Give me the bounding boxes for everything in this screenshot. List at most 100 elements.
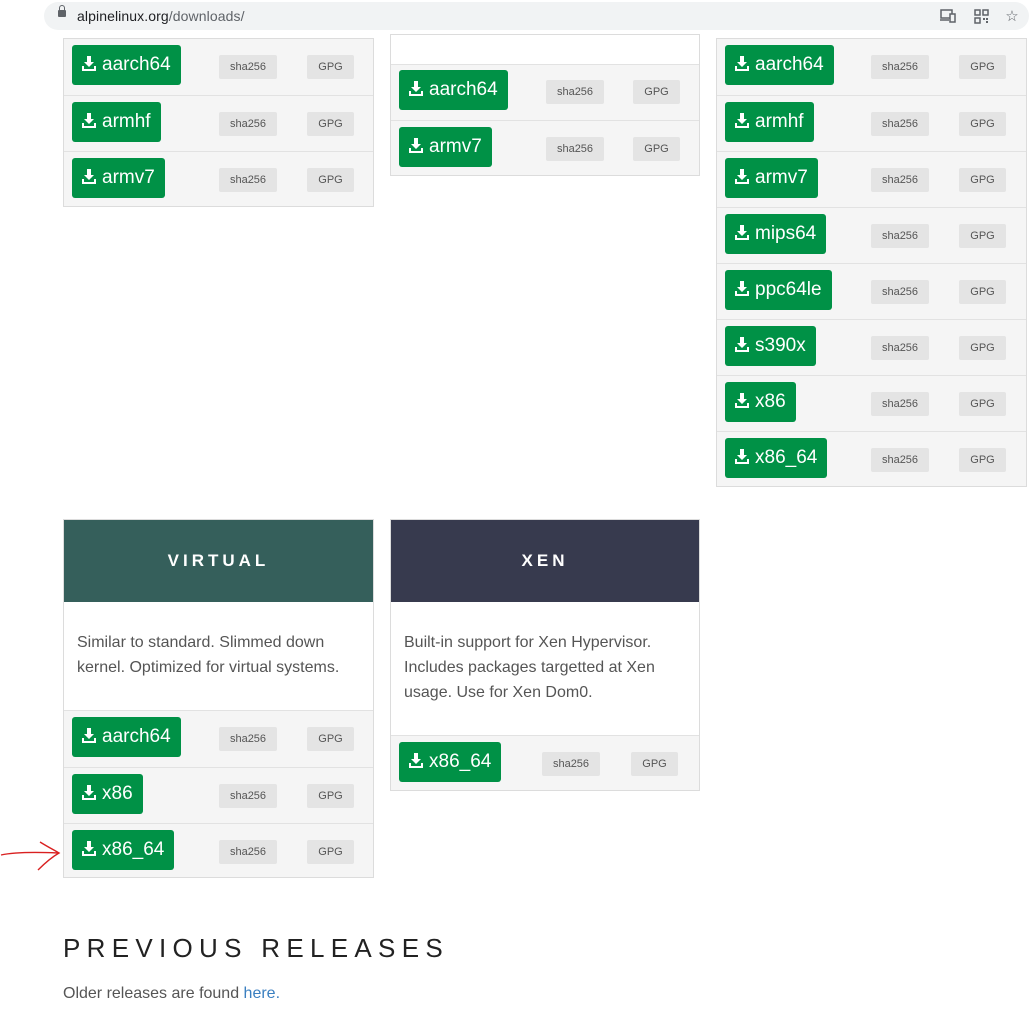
gpg-button[interactable]: GPG [633, 137, 680, 161]
sha256-button[interactable]: sha256 [219, 784, 277, 808]
download-row: armhf sha256 GPG [717, 95, 1026, 151]
download-icon [735, 393, 749, 408]
sha256-button[interactable]: sha256 [219, 112, 277, 136]
older-releases-link[interactable]: here. [244, 985, 280, 1002]
download-button-x86-64[interactable]: x86_64 [72, 830, 175, 870]
download-row: armv7 sha256 GPG [64, 151, 373, 207]
download-row: aarch64 sha256 GPG [717, 39, 1026, 95]
download-label: x86 [102, 783, 133, 804]
url-text[interactable]: alpinelinux.org/downloads/ [77, 8, 245, 24]
download-label: s390x [755, 335, 806, 356]
sha256-button[interactable]: sha256 [871, 55, 929, 79]
sha256-button[interactable]: sha256 [546, 80, 604, 104]
download-icon [409, 138, 423, 153]
download-icon [82, 113, 96, 128]
download-button-x86-64[interactable]: x86_64 [399, 742, 502, 782]
sha256-button[interactable]: sha256 [871, 168, 929, 192]
download-row: aarch64 sha256 GPG [391, 64, 699, 120]
cast-icon[interactable] [938, 6, 958, 26]
download-label: aarch64 [102, 54, 171, 75]
gpg-button[interactable]: GPG [959, 112, 1006, 136]
download-row: s390x sha256 GPG [717, 319, 1026, 375]
download-icon [82, 169, 96, 184]
download-icon [409, 81, 423, 96]
download-row: aarch64 sha256 GPG [64, 39, 373, 95]
download-button-aarch64[interactable]: aarch64 [399, 70, 508, 110]
download-button-ppc64le[interactable]: ppc64le [725, 270, 832, 310]
sha256-button[interactable]: sha256 [542, 752, 600, 776]
sha256-button[interactable]: sha256 [219, 840, 277, 864]
gpg-button[interactable]: GPG [959, 336, 1006, 360]
download-label: aarch64 [102, 726, 171, 747]
sha256-button[interactable]: sha256 [871, 112, 929, 136]
download-button-aarch64[interactable]: aarch64 [72, 717, 181, 757]
download-icon [82, 56, 96, 71]
address-bar[interactable]: alpinelinux.org/downloads/ ☆ [44, 2, 1029, 30]
qr-code-icon[interactable] [971, 6, 991, 26]
gpg-button[interactable]: GPG [959, 392, 1006, 416]
gpg-button[interactable]: GPG [959, 280, 1006, 304]
download-row: aarch64 sha256 GPG [64, 711, 373, 767]
gpg-button[interactable]: GPG [307, 168, 354, 192]
download-label: ppc64le [755, 279, 822, 300]
download-label: mips64 [755, 223, 817, 244]
download-icon [82, 728, 96, 743]
sha256-button[interactable]: sha256 [871, 392, 929, 416]
sha256-button[interactable]: sha256 [871, 280, 929, 304]
gpg-button[interactable]: GPG [959, 168, 1006, 192]
download-icon [735, 169, 749, 184]
download-label: x86 [755, 391, 786, 412]
download-button-armhf[interactable]: armhf [72, 102, 161, 142]
download-button-armv7[interactable]: armv7 [399, 127, 492, 167]
sha256-button[interactable]: sha256 [219, 168, 277, 192]
sha256-button[interactable]: sha256 [871, 448, 929, 472]
download-button-x86-64[interactable]: x86_64 [725, 438, 828, 478]
gpg-button[interactable]: GPG [307, 840, 354, 864]
download-row: armv7 sha256 GPG [717, 151, 1026, 207]
gpg-button[interactable]: GPG [959, 224, 1006, 248]
download-button-armv7[interactable]: armv7 [725, 158, 818, 198]
download-button-mips64[interactable]: mips64 [725, 214, 827, 254]
gpg-button[interactable]: GPG [959, 448, 1006, 472]
download-button-x86[interactable]: x86 [72, 774, 143, 814]
gpg-button[interactable]: GPG [631, 752, 678, 776]
download-row: x86 sha256 GPG [717, 375, 1026, 431]
gpg-button[interactable]: GPG [633, 80, 680, 104]
download-label: aarch64 [429, 79, 498, 100]
bookmark-star-icon[interactable]: ☆ [1002, 6, 1022, 26]
sha256-button[interactable]: sha256 [219, 55, 277, 79]
gpg-button[interactable]: GPG [959, 55, 1006, 79]
lock-icon[interactable] [58, 5, 66, 17]
xen-description: Built-in support for Xen Hypervisor. Inc… [391, 602, 699, 735]
download-button-armv7[interactable]: armv7 [72, 158, 165, 198]
download-label: x86_64 [429, 751, 492, 772]
sha256-button[interactable]: sha256 [871, 224, 929, 248]
download-button-x86[interactable]: x86 [725, 382, 796, 422]
download-label: armv7 [102, 167, 155, 188]
gpg-button[interactable]: GPG [307, 112, 354, 136]
download-row: mips64 sha256 GPG [717, 207, 1026, 263]
download-label: armv7 [429, 136, 482, 157]
download-row: x86 sha256 GPG [64, 767, 373, 823]
download-row: x86_64 sha256 GPG [64, 823, 373, 879]
download-rows: aarch64 sha256 GPG armv7 sha256 GPG [391, 64, 699, 176]
download-label: armhf [755, 111, 804, 132]
download-rows: aarch64 sha256 GPG x86 sha256 GPG x86_64 sha256… [64, 710, 373, 879]
download-row: x86_64 sha256 GPG [391, 736, 699, 792]
previous-releases-heading: PREVIOUS RELEASES [63, 933, 449, 963]
sha256-button[interactable]: sha256 [219, 727, 277, 751]
download-row: ppc64le sha256 GPG [717, 263, 1026, 319]
gpg-button[interactable]: GPG [307, 784, 354, 808]
download-icon [735, 449, 749, 464]
sha256-button[interactable]: sha256 [871, 336, 929, 360]
download-icon [82, 841, 96, 856]
sha256-button[interactable]: sha256 [546, 137, 604, 161]
download-button-aarch64[interactable]: aarch64 [72, 45, 181, 85]
gpg-button[interactable]: GPG [307, 55, 354, 79]
gpg-button[interactable]: GPG [307, 727, 354, 751]
download-button-aarch64[interactable]: aarch64 [725, 45, 834, 85]
box-description-area [391, 35, 699, 65]
previous-releases-sentence: Older releases are found [63, 985, 244, 1002]
download-button-armhf[interactable]: armhf [725, 102, 814, 142]
download-button-s390x[interactable]: s390x [725, 326, 816, 366]
